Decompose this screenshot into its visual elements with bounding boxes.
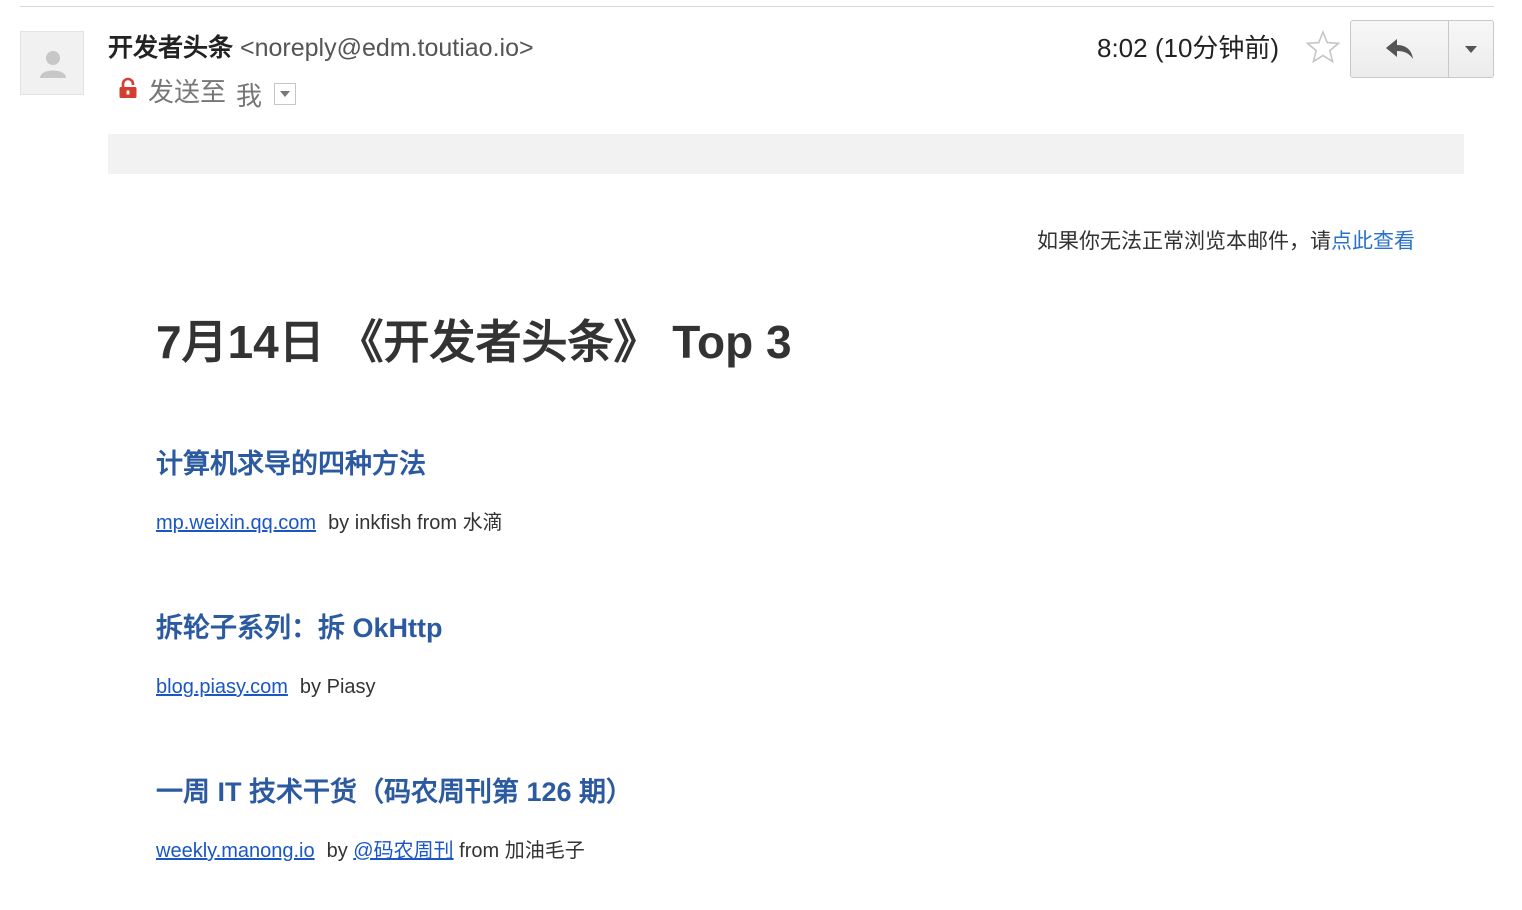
article-title-link[interactable]: 拆轮子系列：拆 OkHttp	[156, 608, 443, 648]
from-label: from	[459, 840, 500, 862]
sender-line: 开发者头条 <noreply@edm.toutiao.io>	[108, 30, 534, 66]
sender-email: <noreply@edm.toutiao.io>	[239, 34, 534, 62]
sent-to-label: 发送至	[148, 76, 227, 107]
article-author-link[interactable]: @码农周刊	[353, 840, 453, 862]
view-online-notice: 如果你无法正常浏览本邮件，请点此查看	[1037, 227, 1415, 257]
article-origin: 水滴	[462, 512, 503, 534]
email-title: 7月14日 《开发者头条》 Top 3	[156, 316, 792, 368]
article-source-link[interactable]: weekly.manong.io	[156, 840, 315, 862]
article-title-link[interactable]: 一周 IT 技术干货（码农周刊第 126 期）	[156, 772, 633, 812]
reply-button-group	[1350, 20, 1494, 78]
article-meta: weekly.manong.io by @码农周刊 from 加油毛子	[156, 836, 633, 866]
sender-avatar[interactable]	[20, 31, 84, 95]
article-item: 拆轮子系列：拆 OkHttp blog.piasy.com by Piasy	[156, 608, 443, 702]
article-origin: 加油毛子	[504, 840, 585, 862]
article-author: Piasy	[326, 676, 376, 698]
star-outline-icon[interactable]	[1305, 29, 1341, 64]
by-label: by	[299, 676, 322, 698]
reply-button[interactable]	[1351, 21, 1449, 77]
recipient-me: 我	[236, 80, 263, 111]
view-online-text: 如果你无法正常浏览本邮件，请	[1037, 230, 1331, 253]
article-author: inkfish	[354, 512, 412, 534]
sender-name[interactable]: 开发者头条	[108, 34, 233, 62]
article-meta: blog.piasy.com by Piasy	[156, 672, 443, 702]
article-source-link[interactable]: mp.weixin.qq.com	[156, 512, 316, 534]
person-silhouette-icon	[40, 51, 66, 78]
article-meta: mp.weixin.qq.com by inkfish from 水滴	[156, 508, 503, 538]
article-item: 计算机求导的四种方法 mp.weixin.qq.com by inkfish fr…	[156, 444, 503, 538]
more-actions-button[interactable]	[1449, 21, 1493, 77]
article-item: 一周 IT 技术干货（码农周刊第 126 期） weekly.manong.io…	[156, 772, 633, 866]
timestamp: 8:02 (10分钟前)	[1097, 33, 1280, 63]
recipient-line: 发送至 我	[118, 72, 297, 111]
details-dropdown-icon[interactable]	[274, 83, 297, 105]
view-online-link[interactable]: 点此查看	[1331, 230, 1415, 253]
article-source-link[interactable]: blog.piasy.com	[156, 676, 288, 698]
by-label: by	[326, 840, 348, 862]
lock-icon[interactable]	[118, 77, 138, 99]
chevron-down-icon	[1465, 45, 1477, 53]
from-label: from	[417, 512, 458, 534]
top-divider	[20, 6, 1494, 7]
by-label: by	[328, 512, 350, 534]
email-header-banner	[108, 134, 1464, 174]
article-title-link[interactable]: 计算机求导的四种方法	[156, 444, 503, 484]
reply-arrow-icon	[1385, 39, 1413, 59]
